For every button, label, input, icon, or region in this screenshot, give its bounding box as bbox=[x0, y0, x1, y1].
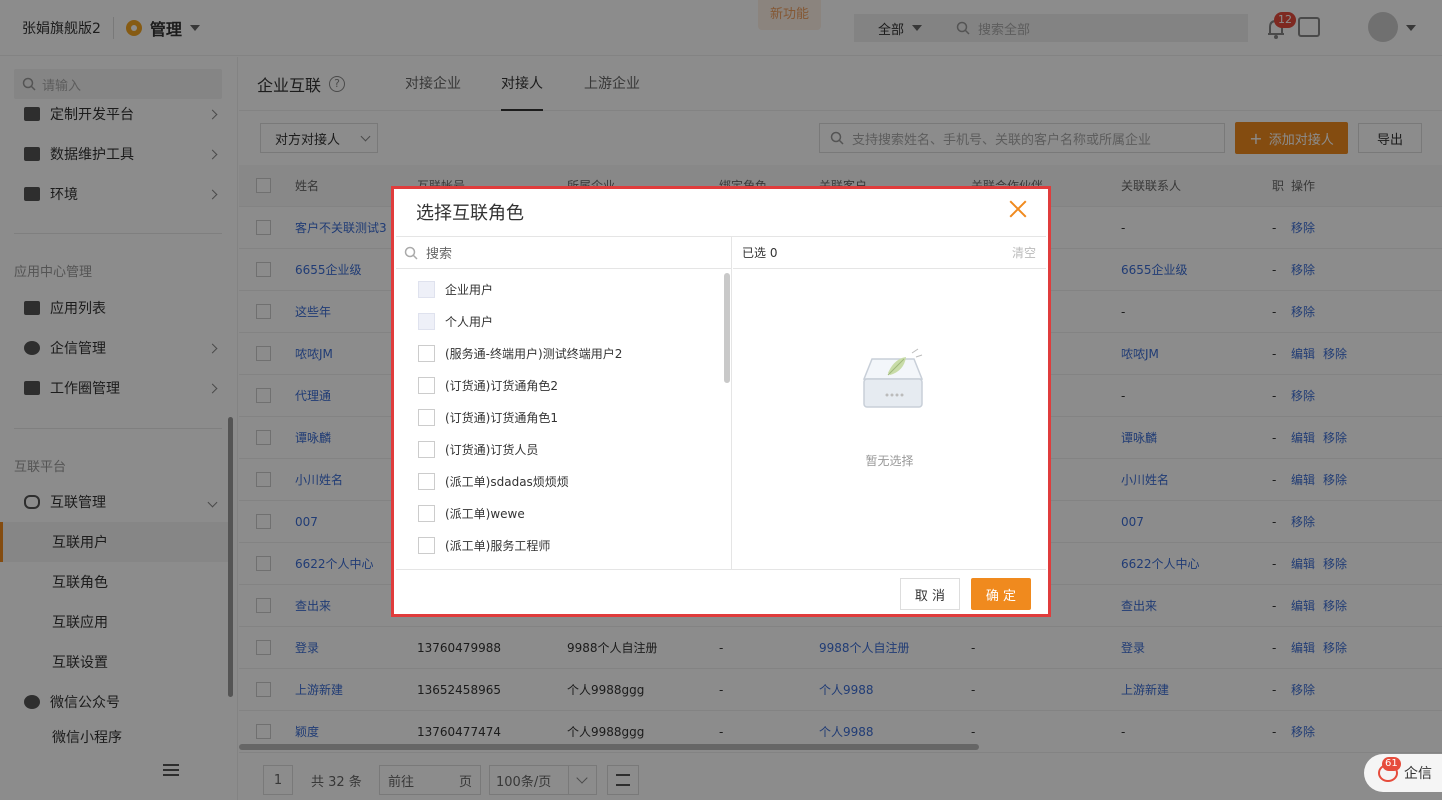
role-option-checkbox[interactable] bbox=[418, 408, 435, 426]
selected-count: 已选 0 bbox=[742, 246, 778, 260]
role-option-label: (派工单)sdadas烦烦烦 bbox=[445, 474, 569, 489]
role-option-checkbox[interactable] bbox=[418, 440, 435, 458]
role-option-label: (派工单)wewe bbox=[445, 506, 525, 521]
role-option-checkbox[interactable] bbox=[418, 504, 435, 522]
role-option[interactable]: (派工单)服务工程师 bbox=[418, 529, 550, 561]
search-icon bbox=[404, 246, 418, 260]
role-option[interactable]: (订货通)订货人员 bbox=[418, 433, 538, 465]
role-option-label: (订货通)订货人员 bbox=[445, 442, 539, 457]
selected-header: 已选 0 清空 bbox=[733, 237, 1046, 269]
clear-button[interactable]: 清空 bbox=[1012, 244, 1036, 261]
qixin-label: 企信 bbox=[1404, 766, 1432, 782]
dialog-footer: 取 消 确 定 bbox=[394, 571, 1048, 617]
role-option: 个人用户 bbox=[418, 305, 493, 337]
role-option: 企业用户 bbox=[418, 273, 493, 305]
cancel-button[interactable]: 取 消 bbox=[900, 578, 960, 610]
role-option[interactable]: (订货通)订货通角色2 bbox=[418, 369, 558, 401]
role-option[interactable]: (服务通-终端用户)测试终端用户2 bbox=[418, 337, 622, 369]
role-option-label: 个人用户 bbox=[445, 314, 494, 329]
confirm-button[interactable]: 确 定 bbox=[971, 578, 1031, 610]
empty-state-text: 暂无选择 bbox=[865, 454, 914, 468]
role-option-checkbox bbox=[418, 312, 435, 330]
options-scrollbar[interactable] bbox=[724, 273, 730, 383]
role-option[interactable]: (派工单)sdadas烦烦烦 bbox=[418, 465, 569, 497]
role-options-pane: 搜索 企业用户个人用户 (服务通-终端用户)测试终端用户2 (订货通)订货通角色2 (… bbox=[396, 237, 732, 569]
role-option-checkbox[interactable] bbox=[418, 472, 435, 490]
selected-pane: 已选 0 清空 暂无选择 bbox=[733, 237, 1046, 569]
role-search-placeholder: 搜索 bbox=[426, 247, 453, 262]
close-icon[interactable] bbox=[1008, 199, 1028, 219]
empty-box-icon bbox=[862, 348, 924, 408]
role-option-label: (订货通)订货通角色2 bbox=[445, 378, 558, 393]
dialog-title: 选择互联角色 bbox=[416, 203, 524, 224]
role-search-input[interactable]: 搜索 bbox=[396, 237, 731, 269]
role-option-label: (订货通)订货通角色1 bbox=[445, 410, 558, 425]
dialog-body: 搜索 企业用户个人用户 (服务通-终端用户)测试终端用户2 (订货通)订货通角色2 (… bbox=[396, 236, 1046, 570]
role-option-checkbox bbox=[418, 280, 435, 298]
role-option-label: (派工单)服务工程师 bbox=[445, 538, 551, 553]
role-option-label: (服务通-终端用户)测试终端用户2 bbox=[445, 346, 623, 361]
role-option-checkbox[interactable] bbox=[418, 344, 435, 362]
role-option[interactable]: (订货通)订货通角色1 bbox=[418, 401, 558, 433]
qixin-chat-button[interactable]: 61 企信 bbox=[1364, 754, 1442, 792]
role-option-label: 企业用户 bbox=[445, 282, 494, 297]
role-option[interactable]: (派工单)wewe bbox=[418, 497, 525, 529]
select-role-dialog: 选择互联角色 搜索 企业用户个人用户 (服务通-终端用户)测试终端用户2 (订货通)… bbox=[391, 186, 1051, 617]
role-option-checkbox[interactable] bbox=[418, 536, 435, 554]
role-option-checkbox[interactable] bbox=[418, 376, 435, 394]
qixin-badge: 61 bbox=[1382, 757, 1401, 771]
